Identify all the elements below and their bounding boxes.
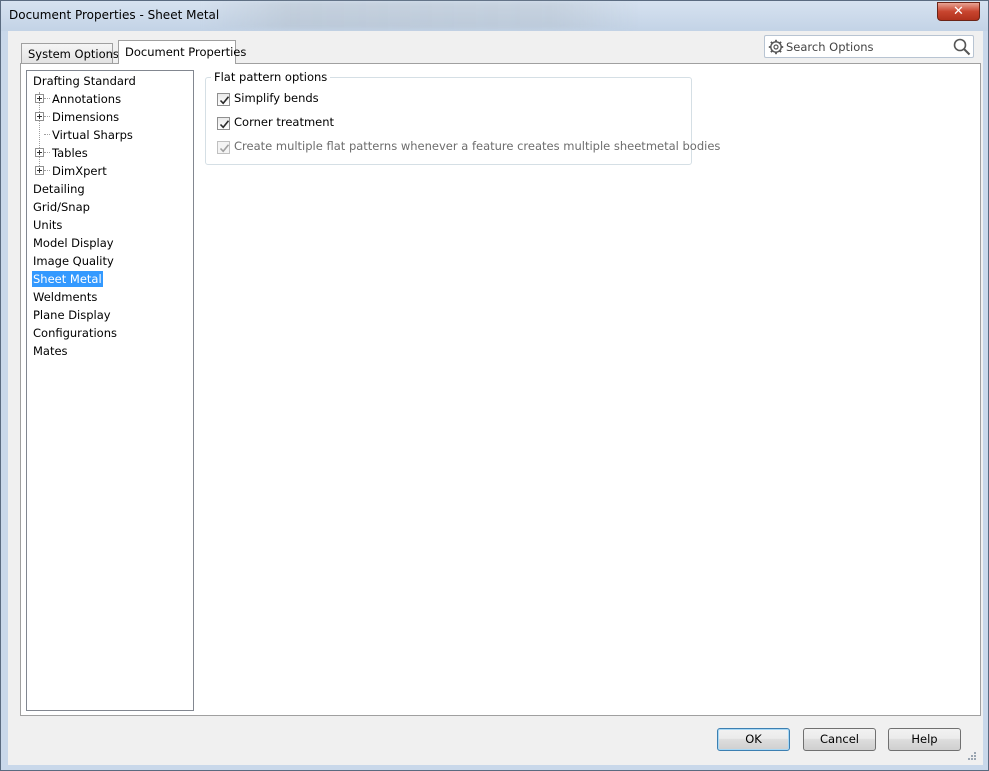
search-input[interactable] xyxy=(786,38,946,56)
tree-item-dimensions[interactable]: Dimensions xyxy=(51,109,120,125)
tree-item-model-display[interactable]: Model Display xyxy=(32,235,115,251)
tree-item-tables[interactable]: Tables xyxy=(51,145,89,161)
simplify-bends-label: Simplify bends xyxy=(234,91,319,105)
tree-connector xyxy=(44,152,50,153)
tree-item-virtual-sharps[interactable]: Virtual Sharps xyxy=(51,127,134,143)
cancel-button[interactable]: Cancel xyxy=(803,728,876,751)
tree-item-annotations[interactable]: Annotations xyxy=(51,91,122,107)
tree-connector xyxy=(44,170,50,171)
search-box[interactable] xyxy=(764,35,974,58)
close-button[interactable]: ✕ xyxy=(937,2,980,21)
tree-connector xyxy=(44,98,50,99)
tree-item-sheet-metal[interactable]: Sheet Metal xyxy=(32,271,103,287)
tree-connector xyxy=(39,92,40,172)
corner-treatment-label: Corner treatment xyxy=(234,115,335,129)
expand-icon[interactable] xyxy=(35,166,44,175)
tree-item-grid-snap[interactable]: Grid/Snap xyxy=(32,199,91,215)
checkmark-icon xyxy=(219,144,230,153)
simplify-bends-checkbox[interactable] xyxy=(217,93,230,106)
gear-icon xyxy=(768,39,784,55)
resize-grip-icon[interactable] xyxy=(965,749,977,761)
expand-icon[interactable] xyxy=(35,94,44,103)
tree-item-plane-display[interactable]: Plane Display xyxy=(32,307,112,323)
tree-connector xyxy=(44,134,50,135)
checkmark-icon xyxy=(219,96,230,105)
options-tree[interactable]: Drafting Standard Annotations Dimensions… xyxy=(26,70,194,711)
corner-treatment-checkbox[interactable] xyxy=(217,117,230,130)
expand-icon[interactable] xyxy=(35,148,44,157)
tab-system-options[interactable]: System Options xyxy=(21,43,119,63)
expand-icon[interactable] xyxy=(35,112,44,121)
tab-document-properties[interactable]: Document Properties xyxy=(118,40,246,64)
tree-item-image-quality[interactable]: Image Quality xyxy=(32,253,115,269)
tree-item-configurations[interactable]: Configurations xyxy=(32,325,118,341)
tree-item-units[interactable]: Units xyxy=(32,217,63,233)
tree-item-drafting-standard[interactable]: Drafting Standard xyxy=(32,73,137,89)
tree-item-mates[interactable]: Mates xyxy=(32,343,69,359)
group-legend: Flat pattern options xyxy=(211,70,331,84)
help-button[interactable]: Help xyxy=(888,728,961,751)
title-bar[interactable]: Document Properties - Sheet Metal ✕ xyxy=(1,1,988,31)
tree-connector xyxy=(44,116,50,117)
tab-content-panel: Drafting Standard Annotations Dimensions… xyxy=(20,63,981,716)
flat-pattern-options-group: Flat pattern options Simplify bends Corn… xyxy=(205,70,720,165)
tree-item-weldments[interactable]: Weldments xyxy=(32,289,98,305)
ok-button[interactable]: OK xyxy=(717,728,790,751)
tree-item-dimxpert[interactable]: DimXpert xyxy=(51,163,108,179)
tree-item-detailing[interactable]: Detailing xyxy=(32,181,86,197)
window-title: Document Properties - Sheet Metal xyxy=(9,8,220,22)
dialog-client-area: System Options Document Properties Searc… xyxy=(8,31,983,765)
multiple-flat-patterns-label: Create multiple flat patterns whenever a… xyxy=(234,139,721,153)
background-blur xyxy=(201,1,641,29)
dialog-window: Document Properties - Sheet Metal ✕ Syst… xyxy=(0,0,989,771)
search-icon[interactable] xyxy=(953,38,971,56)
checkmark-icon xyxy=(219,120,230,129)
multiple-flat-patterns-checkbox xyxy=(217,141,230,154)
